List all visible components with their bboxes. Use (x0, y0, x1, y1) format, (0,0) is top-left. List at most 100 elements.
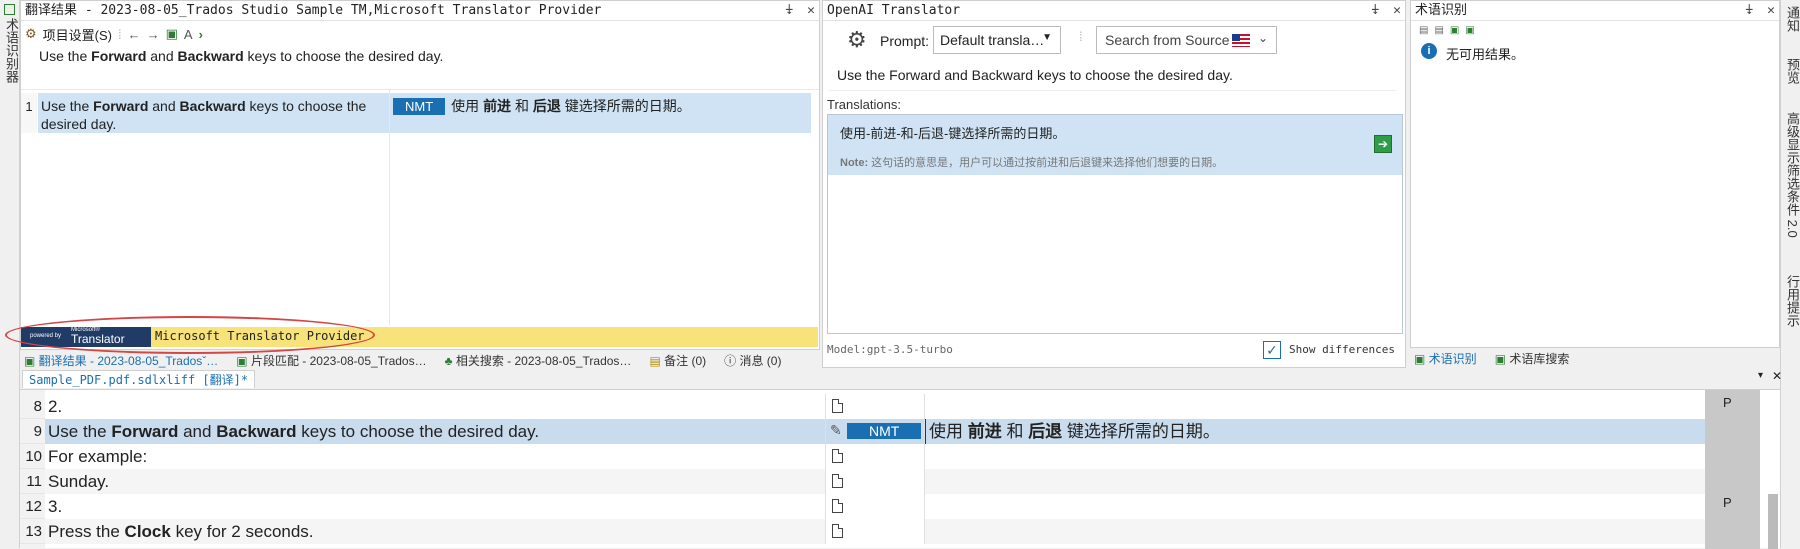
edit-pencil-icon: ✎ (830, 422, 842, 438)
prompt-select[interactable]: Default transla… ▼ (933, 26, 1061, 54)
segment-target[interactable] (925, 494, 1705, 519)
editor-segment-row[interactable]: 9 Use the Forward and Backward keys to ch… (20, 419, 1705, 444)
toolbar-grip-icon: ⁞ (1079, 29, 1083, 44)
tab-term-recognition[interactable]: ▣ 术语识别 (1414, 350, 1477, 367)
pin-icon[interactable]: ⍖ (1371, 1, 1379, 20)
tab-icon: ▣ (1494, 351, 1510, 366)
editor-segment-row[interactable]: 13 Press the Clock key for 2 seconds. (20, 519, 1705, 544)
term-toolbar-icon-1[interactable]: ▤ (1419, 25, 1428, 36)
tab-icon: ▣ (236, 353, 251, 368)
info-icon: i (1421, 43, 1437, 59)
openai-source-text: Use the Forward and Backward keys to cho… (837, 67, 1233, 83)
segment-target[interactable] (925, 519, 1705, 544)
panel-title: OpenAI Translator (827, 3, 961, 18)
editor-scrollbar[interactable] (1768, 494, 1778, 549)
editor-segment-row[interactable]: 10 For example: (20, 444, 1705, 469)
side-tab-tips[interactable]: 行用提示 (1783, 275, 1800, 327)
result-row-divider (21, 89, 819, 90)
term-recognition-panel: 术语识别 ⍖ ✕ ▤ ▤ ▣ ▣ i 无可用结果。 (1410, 0, 1780, 348)
arrow-left-icon[interactable]: ← (128, 27, 141, 42)
us-flag-icon (1232, 34, 1250, 47)
segment-target[interactable] (925, 394, 1705, 419)
segment-status-cell[interactable] (825, 469, 925, 494)
term-toolbar-icon-4[interactable]: ▣ (1465, 25, 1474, 36)
editor-segment-row[interactable]: 12 3. P (20, 494, 1732, 519)
source-sentence: Use the Forward and Backward keys to cho… (39, 48, 444, 64)
tab-translation-results[interactable]: ▣ 翻译结果 - 2023-08-05_Tradosˇ… (24, 352, 218, 369)
search-from-source-select[interactable]: Search from Source ⌄ (1096, 26, 1277, 54)
arrow-right-icon[interactable]: → (147, 27, 160, 42)
close-icon[interactable]: ✕ (1767, 1, 1775, 20)
segment-target[interactable] (925, 444, 1705, 469)
segment-source[interactable]: 3. (45, 494, 845, 519)
results-bottom-tabs: ▣ 翻译结果 - 2023-08-05_Tradosˇ… ▣ 片段匹配 - 20… (24, 352, 781, 368)
results-toolbar: ⚙ 项目设置(S) ⁞ ← → ▣ A › (21, 23, 203, 45)
term-bottom-tabs: ▣ 术语识别 ▣ 术语库搜索 (1414, 350, 1569, 366)
tab-concordance[interactable]: ♣ 相关搜索 - 2023-08-05_Trados… (445, 352, 632, 369)
apply-icon[interactable]: ▣ (166, 26, 178, 42)
editor-segment-row[interactable]: 11 Sunday. (20, 469, 1705, 494)
segment-status-cell[interactable] (825, 519, 925, 544)
chevron-right-icon[interactable]: › (199, 27, 203, 42)
project-settings-button[interactable]: 项目设置(S) (43, 25, 112, 44)
segment-source[interactable]: Sunday. (45, 469, 845, 494)
highlight-ellipse (5, 316, 375, 354)
segment-source[interactable]: Use the Forward and Backward keys to cho… (45, 419, 845, 444)
insert-translation-icon[interactable]: ➔ (1374, 135, 1392, 153)
translation-note: Note: 这句话的意思是，用户可以通过按前进和后退键来选择他们想要的日期。 (840, 157, 1224, 169)
nmt-badge: NMT (847, 423, 922, 439)
segment-number: 12 (25, 498, 42, 515)
openai-settings-gear-icon[interactable]: ⚙ (847, 27, 867, 53)
side-tab-label: 术语识别器 (4, 18, 19, 83)
term-recognizer-side-icon[interactable] (4, 4, 15, 15)
dropdown-arrow-icon: ▼ (1042, 32, 1052, 43)
show-differences-label: Show differences (1289, 343, 1395, 356)
format-icon[interactable]: A (184, 27, 193, 42)
close-icon[interactable]: ✕ (1393, 1, 1401, 20)
comment-icon: ▤ (649, 353, 665, 368)
settings-icon: ⚙ (25, 26, 37, 41)
nmt-badge: NMT (393, 98, 446, 115)
panel-title: 术语识别 (1415, 3, 1468, 18)
tab-comments[interactable]: ▤ 备注 (0) (649, 352, 706, 369)
segment-status-cell[interactable] (825, 494, 925, 519)
segment-lock-status: P (1723, 395, 1732, 410)
side-tab-notifications[interactable]: 通知 (1783, 6, 1800, 32)
segment-number: 9 (33, 423, 42, 440)
editor-close-icon[interactable]: ✕ (1772, 369, 1782, 383)
result-number: 1 (21, 93, 37, 133)
segment-source[interactable]: For example: (45, 444, 845, 469)
document-icon (832, 499, 843, 513)
editor-segment-row[interactable]: 8 2. P (20, 394, 1732, 419)
segment-source[interactable]: 2. (45, 394, 845, 419)
side-tab-advanced-filter[interactable]: 高级显示筛选条件 2.0 (1783, 112, 1800, 238)
segment-target[interactable] (925, 469, 1705, 494)
translations-list: 使用-前进-和-后退-键选择所需的日期。 Note: 这句话的意思是，用户可以通… (827, 114, 1403, 334)
editor-dropdown-icon[interactable]: ▾ (1758, 370, 1763, 381)
pin-icon[interactable]: ⍖ (785, 1, 793, 20)
tab-messages[interactable]: ⓘ 消息 (0) (724, 352, 781, 369)
term-toolbar-icon-2[interactable]: ▤ (1434, 25, 1443, 36)
pin-icon[interactable]: ⍖ (1745, 1, 1753, 20)
translation-results-titlebar: 翻译结果 - 2023-08-05_Trados Studio Sample T… (21, 1, 819, 21)
side-tab-term-recognizer[interactable]: 术语识别器 (2, 18, 21, 83)
segment-status-cell[interactable] (825, 444, 925, 469)
show-differences-checkbox[interactable]: ✓ (1263, 341, 1281, 359)
term-toolbar-icon-3[interactable]: ▣ (1450, 25, 1459, 36)
translation-results-panel: 翻译结果 - 2023-08-05_Trados Studio Sample T… (20, 0, 820, 350)
tab-termbase-search[interactable]: ▣ 术语库搜索 (1495, 350, 1570, 367)
segment-target[interactable]: 使用 前进 和 后退 键选择所需的日期。 (925, 419, 1705, 444)
segment-status-cell[interactable]: ✎ NMT (825, 419, 925, 444)
side-tab-preview[interactable]: 预览 (1783, 58, 1800, 84)
editor-file-tab[interactable]: Sample_PDF.pdf.sdlxliff [翻译]* (22, 370, 256, 388)
openai-titlebar: OpenAI Translator ⍖ ✕ (823, 1, 1405, 21)
prompt-select-value: Default transla… (940, 32, 1045, 48)
segment-source[interactable]: Press the Clock key for 2 seconds. (45, 519, 845, 544)
editor-grid: 8 2. P 9 Use the Forward and Backward keys t… (20, 389, 1780, 549)
segment-status-cell[interactable] (825, 394, 925, 419)
document-icon (832, 399, 843, 413)
translation-item[interactable]: 使用-前进-和-后退-键选择所需的日期。 Note: 这句话的意思是，用户可以通… (828, 115, 1402, 175)
close-icon[interactable]: ✕ (807, 1, 815, 20)
tab-fragment-match[interactable]: ▣ 片段匹配 - 2023-08-05_Trados… (236, 352, 426, 369)
result-row[interactable]: 1 Use the Forward and Backward keys to c… (21, 93, 819, 133)
